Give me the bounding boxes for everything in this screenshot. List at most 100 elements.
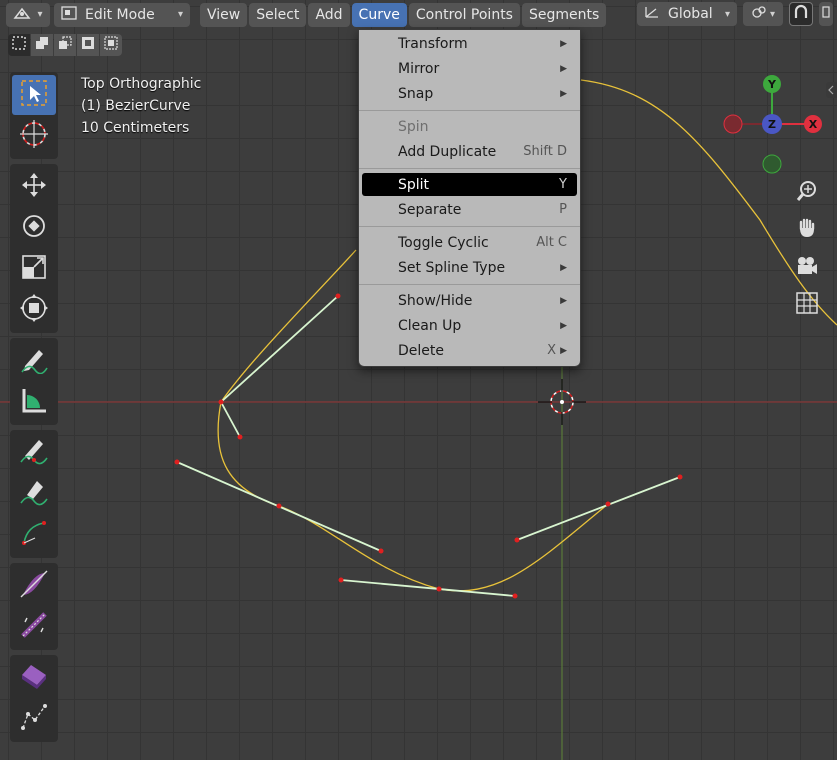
select-new-button[interactable] [8, 34, 30, 56]
select-new-icon [11, 35, 27, 55]
handle-point [512, 593, 518, 599]
draw-tool[interactable] [12, 433, 56, 473]
snap-options-icon [821, 4, 831, 24]
menu-item-label: Transform [398, 35, 468, 52]
orientation-label: Global [668, 6, 713, 22]
handle-line [220, 295, 339, 403]
menu-item-separate[interactable]: Separate P [362, 198, 577, 221]
scale-tool[interactable] [12, 249, 56, 289]
menu-item-split[interactable]: Split Y [362, 173, 577, 196]
select-box-tool[interactable] [12, 75, 56, 115]
menu-item-show-hide[interactable]: Show/Hide ▶ [362, 289, 577, 312]
pen-icon [19, 477, 49, 511]
select-subtract-icon [57, 35, 73, 55]
annotate-tool[interactable] [12, 341, 56, 381]
menu-item-label: Separate [398, 201, 462, 218]
menu-item-mirror[interactable]: Mirror ▶ [362, 57, 577, 80]
pen-tool[interactable] [12, 474, 56, 514]
handle-point [335, 293, 341, 299]
viewport-info: Top Orthographic (1) BezierCurve 10 Cent… [81, 73, 201, 139]
menu-segments[interactable]: Segments [521, 2, 607, 27]
menu-item-label: Clean Up [398, 317, 462, 334]
cursor-tool[interactable] [12, 116, 56, 156]
chevron-down-icon: ▾ [724, 8, 730, 20]
chevron-down-icon: ▾ [37, 9, 43, 20]
menu-item-shortcut: X [547, 343, 557, 358]
randomize-tool[interactable] [12, 699, 56, 739]
menu-add[interactable]: Add [308, 2, 350, 27]
magnet-icon [793, 4, 809, 24]
handle-point [677, 474, 683, 480]
submenu-arrow-icon: ▶ [560, 295, 567, 306]
pivot-point-select[interactable]: ▾ [743, 2, 783, 26]
pan-button[interactable] [792, 215, 822, 245]
hand-icon [795, 216, 819, 244]
menu-select[interactable]: Select [249, 2, 307, 27]
menu-item-add-duplicate[interactable]: Add Duplicate Shift D [362, 140, 577, 163]
gizmo-y-label: Y [767, 78, 777, 91]
menu-item-set-spline-type[interactable]: Set Spline Type ▶ [362, 256, 577, 279]
select-difference-button[interactable] [77, 34, 99, 56]
submenu-arrow-icon: ▶ [560, 88, 567, 99]
menu-item-toggle-cyclic[interactable]: Toggle Cyclic Alt C [362, 231, 577, 254]
gizmo-x-label: X [809, 118, 818, 131]
menu-item-clean-up[interactable]: Clean Up ▶ [362, 314, 577, 337]
control-point [605, 501, 611, 507]
menu-item-snap[interactable]: Snap ▶ [362, 82, 577, 105]
tilt-icon [19, 569, 49, 603]
camera-view-button[interactable] [792, 253, 822, 283]
rotate-tool[interactable] [12, 208, 56, 248]
control-point [276, 503, 282, 509]
menu-item-shortcut: Shift D [523, 144, 567, 159]
navigation-gizmo[interactable]: Y Z X [720, 72, 830, 177]
mode-select[interactable]: Edit Mode ▾ [54, 2, 190, 27]
menu-item-label: Mirror [398, 60, 440, 77]
viewport-header: ▾ Edit Mode ▾ View Select Add Curve Cont… [0, 0, 837, 29]
menu-separator [359, 168, 580, 169]
chevron-down-icon: ▾ [769, 8, 776, 20]
curve-pen-tool[interactable] [12, 515, 56, 555]
handle-line [516, 476, 681, 541]
draw-icon [19, 436, 49, 470]
curve-pen-icon [19, 518, 49, 552]
measure-tool[interactable] [12, 382, 56, 422]
handle-point [378, 548, 384, 554]
menu-curve[interactable]: Curve [351, 2, 407, 27]
3d-viewport[interactable]: ▾ Edit Mode ▾ View Select Add Curve Cont… [0, 0, 837, 760]
zoom-button[interactable] [792, 178, 822, 208]
chevron-down-icon: ▾ [177, 9, 183, 20]
menu-item-shortcut: P [559, 202, 567, 217]
snap-toggle[interactable] [789, 2, 813, 26]
transform-orientation-select[interactable]: Global ▾ [637, 2, 737, 26]
zoom-icon [795, 179, 819, 207]
editor-type-button[interactable]: ▾ [6, 2, 50, 27]
scale-icon [19, 252, 49, 286]
handle-line [340, 579, 516, 597]
menu-item-shortcut: Alt C [536, 235, 567, 250]
move-tool[interactable] [12, 167, 56, 207]
projection-toggle-button[interactable] [792, 290, 822, 320]
orientation-icon [644, 5, 660, 23]
select-extend-button[interactable] [31, 34, 53, 56]
select-intersect-button[interactable] [100, 34, 122, 56]
menu-item-delete[interactable]: Delete X ▶ [362, 339, 577, 362]
transform-icon [19, 293, 49, 327]
radius-tool[interactable] [12, 607, 56, 647]
menu-control-points[interactable]: Control Points [408, 2, 520, 27]
submenu-arrow-icon: ▶ [560, 38, 567, 49]
measure-icon [19, 385, 49, 419]
menu-view[interactable]: View [200, 2, 248, 27]
chevron-left-icon [826, 85, 837, 102]
menu-item-transform[interactable]: Transform ▶ [362, 32, 577, 55]
select-subtract-button[interactable] [54, 34, 76, 56]
snap-options-button[interactable] [819, 2, 833, 26]
select-difference-icon [80, 35, 96, 55]
tilt-tool[interactable] [12, 566, 56, 606]
curve-menu: Transform ▶ Mirror ▶ Snap ▶ Spin Add Dup… [358, 29, 581, 367]
menu-item-label: Toggle Cyclic [398, 234, 489, 251]
menu-item-label: Split [398, 176, 430, 193]
extrude-tool[interactable] [12, 658, 56, 698]
transform-tool[interactable] [12, 290, 56, 330]
menu-separator [359, 284, 580, 285]
sidebar-toggle[interactable] [826, 82, 837, 98]
